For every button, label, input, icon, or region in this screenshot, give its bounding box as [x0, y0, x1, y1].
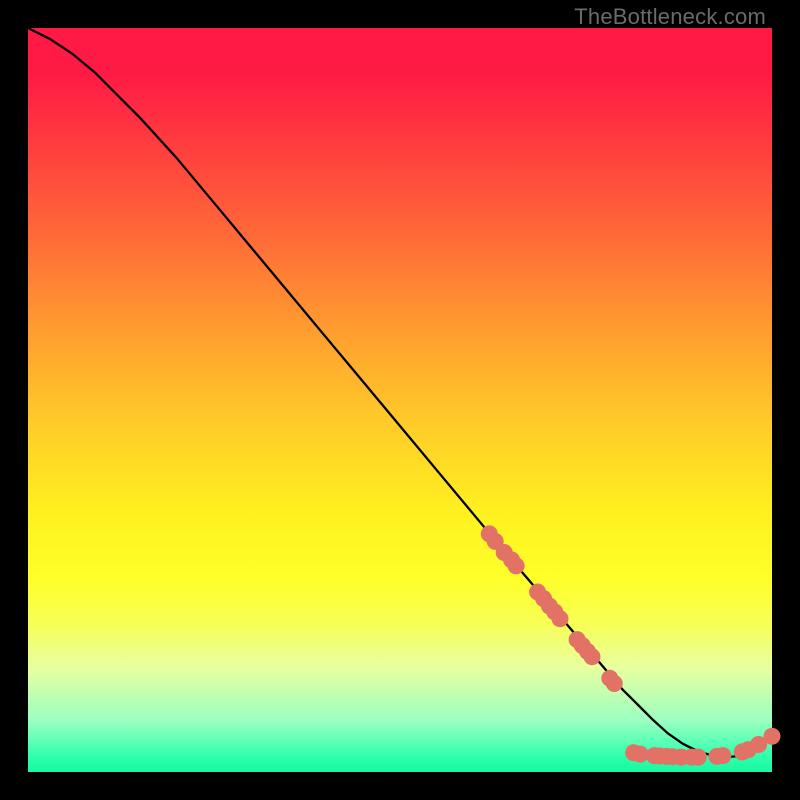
data-point — [714, 747, 731, 764]
data-points-group — [481, 525, 781, 765]
data-point — [606, 675, 623, 692]
data-point — [508, 557, 525, 574]
data-point — [690, 749, 707, 766]
data-point — [584, 648, 601, 665]
bottleneck-curve-path — [28, 28, 772, 757]
data-point — [764, 728, 781, 745]
chart-canvas — [28, 28, 772, 772]
chart-svg — [28, 28, 772, 772]
watermark-text: TheBottleneck.com — [574, 4, 766, 30]
data-point — [552, 610, 569, 627]
